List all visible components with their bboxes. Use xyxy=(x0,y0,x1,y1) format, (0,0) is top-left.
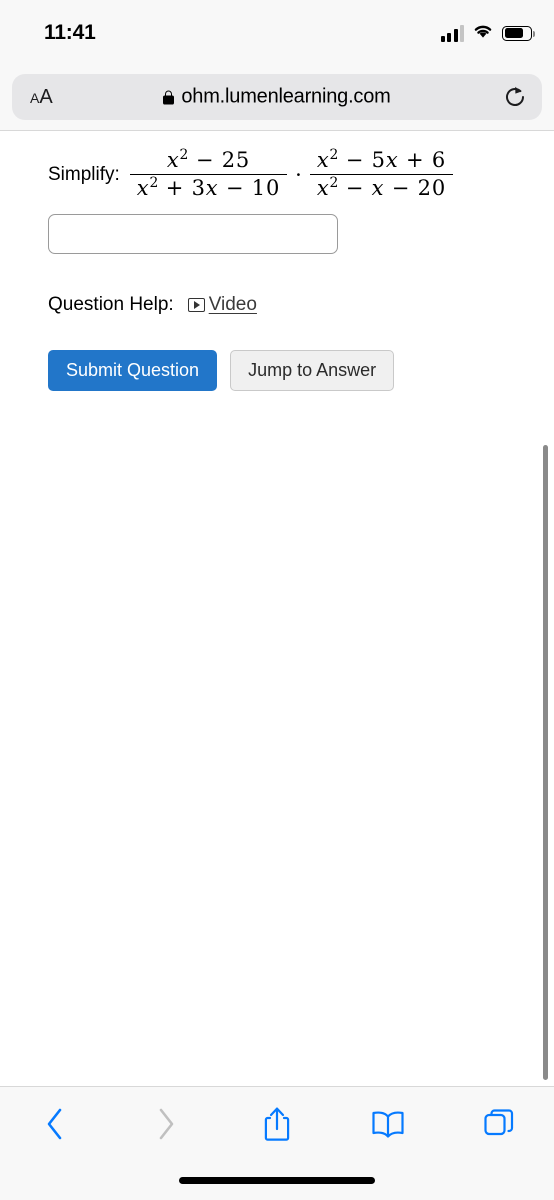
video-play-icon xyxy=(187,298,205,312)
bookmarks-button[interactable] xyxy=(332,1099,443,1154)
action-buttons: Submit Question Jump to Answer xyxy=(48,350,395,391)
status-indicators xyxy=(440,22,536,44)
page-content: Simplify: x2 − 25 x2 + 3x − 10 · x2 − 5x… xyxy=(0,132,554,1086)
url-bar[interactable]: AA ohm.lumenlearning.com xyxy=(12,74,542,120)
video-link-text: Video xyxy=(208,294,257,315)
share-button[interactable] xyxy=(222,1099,333,1154)
status-bar: 11:41 xyxy=(0,0,554,62)
url-display: ohm.lumenlearning.com xyxy=(12,86,542,109)
fraction-1-denominator: x2 + 3x − 10 xyxy=(136,175,281,201)
share-icon xyxy=(262,1105,292,1148)
video-help-link[interactable]: Video xyxy=(187,294,257,316)
aa-big-letter: A xyxy=(39,86,53,108)
book-icon xyxy=(369,1108,407,1145)
tabs-button[interactable] xyxy=(443,1099,554,1154)
fraction-2-numerator: x2 − 5x + 6 xyxy=(316,147,446,172)
question-statement: Simplify: x2 − 25 x2 + 3x − 10 · x2 − 5x… xyxy=(48,147,453,202)
status-time: 11:41 xyxy=(44,21,96,44)
chevron-left-icon xyxy=(44,1107,66,1146)
tabs-icon xyxy=(482,1107,516,1146)
submit-question-button[interactable]: Submit Question xyxy=(48,350,218,391)
toolbar-icon-row xyxy=(0,1099,554,1154)
question-help-row: Question Help: Video xyxy=(48,294,257,316)
jump-to-answer-button[interactable]: Jump to Answer xyxy=(230,350,395,391)
aa-small-letter: A xyxy=(30,90,40,106)
multiplication-operator: · xyxy=(295,163,302,188)
answer-input[interactable] xyxy=(48,214,338,254)
battery-icon xyxy=(502,25,536,41)
back-button[interactable] xyxy=(0,1099,111,1154)
math-expression: x2 − 25 x2 + 3x − 10 · x2 − 5x + 6 x2 − … xyxy=(129,147,453,202)
text-size-button[interactable]: AA xyxy=(30,87,53,107)
scrollbar-thumb[interactable] xyxy=(543,445,548,1080)
browser-bottom-toolbar xyxy=(0,1086,554,1200)
fraction-2: x2 − 5x + 6 x2 − x − 20 xyxy=(309,147,453,202)
home-indicator xyxy=(179,1177,375,1184)
simplify-label: Simplify: xyxy=(48,164,120,186)
cellular-signal-icon xyxy=(440,24,464,42)
fraction-2-denominator: x2 − x − 20 xyxy=(316,175,446,201)
fraction-1-numerator: x2 − 25 xyxy=(166,147,251,172)
browser-top-chrome: 11:41 AA ohm.lumenlearning.com xyxy=(0,0,554,131)
fraction-1: x2 − 25 x2 + 3x − 10 xyxy=(129,147,288,202)
chevron-right-icon xyxy=(155,1107,177,1146)
wifi-icon xyxy=(472,22,494,44)
vertical-scrollbar[interactable] xyxy=(543,445,548,1080)
url-text: ohm.lumenlearning.com xyxy=(181,85,391,108)
question-help-label: Question Help: xyxy=(48,294,174,315)
forward-button[interactable] xyxy=(111,1099,222,1154)
reload-icon[interactable] xyxy=(502,84,528,110)
lock-icon xyxy=(163,90,175,104)
